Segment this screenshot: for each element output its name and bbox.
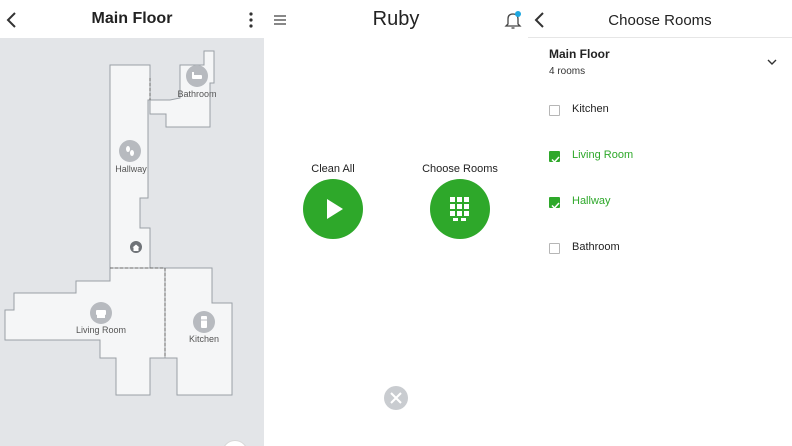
room-option-bathroom[interactable]: Bathroom — [528, 235, 792, 265]
footsteps-icon — [119, 140, 141, 162]
robot-name: Ruby — [372, 8, 420, 30]
room-option-label: Living Room — [572, 149, 634, 161]
kebab-icon[interactable] — [242, 10, 260, 30]
floor-name: Main Floor — [549, 47, 610, 61]
fridge-icon — [193, 311, 215, 333]
floor-selector[interactable]: Main Floor 4 rooms — [528, 38, 792, 86]
play-icon — [327, 199, 343, 219]
map-header: Main Floor — [0, 0, 264, 38]
checkbox[interactable] — [549, 105, 560, 116]
clean-all-label: Clean All — [311, 163, 355, 175]
room-option-label: Hallway — [572, 195, 611, 207]
room-option-kitchen[interactable]: Kitchen — [528, 97, 792, 127]
bell-icon[interactable] — [504, 10, 522, 30]
choose-rooms-header: Choose Rooms — [528, 0, 792, 38]
checkbox[interactable] — [549, 151, 560, 164]
checkbox[interactable] — [549, 197, 560, 210]
page-title: Choose Rooms — [608, 12, 712, 29]
home-base-icon — [130, 241, 142, 253]
armchair-icon — [90, 302, 112, 324]
map-room-label: Hallway — [115, 164, 147, 174]
checkmark-icon — [551, 156, 560, 164]
grid-icon — [450, 197, 469, 221]
choose-rooms-label: Choose Rooms — [422, 163, 498, 175]
close-icon — [390, 392, 402, 404]
bathtub-icon — [186, 65, 208, 87]
room-option-hallway[interactable]: Hallway — [528, 189, 792, 219]
room-option-label: Kitchen — [572, 103, 609, 115]
room-option-label: Bathroom — [572, 241, 620, 253]
main-panel: Ruby Clean All Choose Rooms — [264, 0, 528, 446]
map-room-label: Bathroom — [177, 89, 217, 99]
checkbox[interactable] — [549, 243, 560, 254]
map-panel: Main Floor Bathroom Hallway Living Room — [0, 0, 264, 446]
chevron-down-icon — [767, 59, 777, 65]
close-button[interactable] — [384, 386, 408, 410]
choose-rooms-panel: Choose Rooms Main Floor 4 rooms Kitchen … — [528, 0, 792, 446]
choose-rooms-button[interactable] — [430, 179, 490, 239]
map-title: Main Floor — [91, 10, 173, 27]
clean-all-button[interactable] — [303, 179, 363, 239]
floor-room-count: 4 rooms — [549, 66, 586, 77]
map-room-label: Living Room — [75, 325, 127, 335]
map-room-label: Kitchen — [188, 334, 220, 344]
room-option-living-room[interactable]: Living Room — [528, 143, 792, 173]
checkmark-icon — [551, 202, 560, 210]
